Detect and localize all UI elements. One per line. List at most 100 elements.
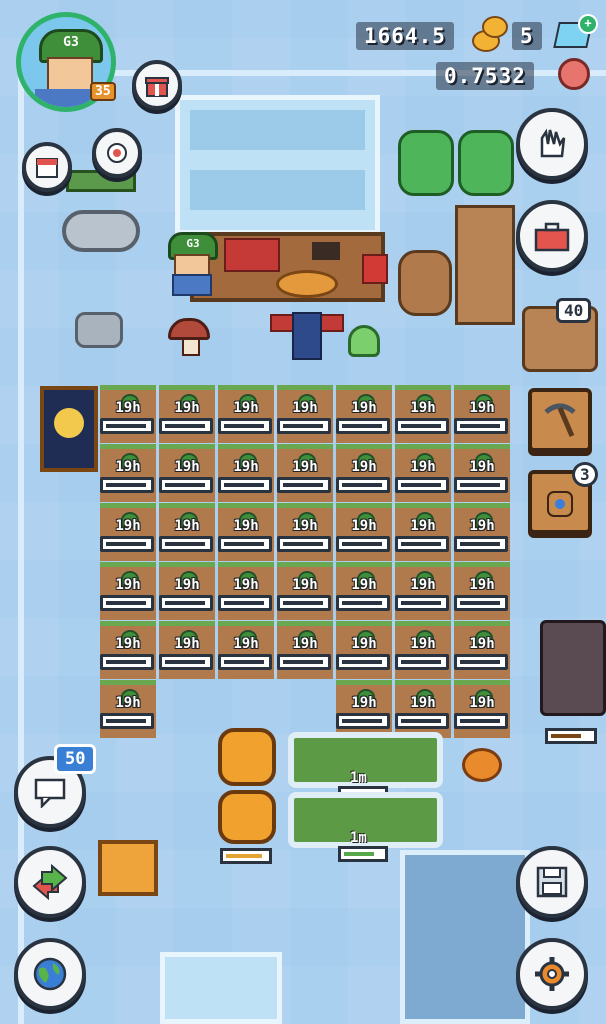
gift-button[interactable] [132,60,182,110]
beehive-progress-bar [220,848,272,864]
crop-plot[interactable]: 19h [336,444,392,502]
crop-plot[interactable]: 19h [100,503,156,561]
crop-plot[interactable]: 19h [218,562,274,620]
crop-plot[interactable]: 19h [100,444,156,502]
plot-timer: 19h [351,459,377,475]
toolbox-button[interactable] [516,200,588,272]
plot-timer: 19h [115,459,141,475]
plot-timer: 19h [410,518,436,534]
crop-plot[interactable]: 19h [395,621,451,679]
settings-button[interactable] [516,938,588,1010]
plot-timer: 19h [115,400,141,416]
farmer-character[interactable]: G3 [162,232,218,296]
crop-plot[interactable]: 19h [277,562,333,620]
crop-plot[interactable]: 19h [395,444,451,502]
crop-plot[interactable]: 19h [395,680,451,738]
glove-button[interactable] [516,108,588,180]
crop-plot[interactable]: 19h [218,444,274,502]
plot-progress-bar [100,595,154,611]
mushroom[interactable] [168,318,210,356]
plot-timer: 19h [469,400,495,416]
chat-unread-count: 50 [54,744,97,774]
plot-timer: 19h [469,518,495,534]
green-bear-statue[interactable] [398,130,454,196]
plot-timer: 19h [233,577,259,593]
crop-plot[interactable]: 19h [100,621,156,679]
swap-button[interactable] [14,846,86,918]
crop-plot[interactable]: 19h [100,562,156,620]
crop-plot[interactable]: 19h [218,385,274,443]
plot-progress-bar [395,477,449,493]
camera-button[interactable] [92,128,142,178]
crop-plot[interactable]: 19h [218,621,274,679]
camera-icon [107,143,127,163]
green-bear-statue[interactable] [458,130,514,196]
water-well[interactable] [62,170,140,252]
crop-plot[interactable]: 19h [454,562,510,620]
greenhouse[interactable] [175,95,380,235]
teddy-bear[interactable] [398,250,452,316]
plot-progress-bar [100,713,154,729]
stone-stump[interactable] [75,312,123,348]
winged-sprout-pet[interactable] [348,325,380,357]
crop-plot[interactable]: 19h [100,680,156,738]
plot-progress-bar [454,418,508,434]
plot-progress-bar [159,654,213,670]
crop-plot[interactable]: 19h [277,385,333,443]
crop-plot[interactable]: 19h [277,444,333,502]
wooden-shelf[interactable] [455,205,515,325]
crop-plot[interactable]: 19h [159,621,215,679]
moon-banner[interactable] [40,372,98,484]
crop-plot[interactable]: 19h [395,562,451,620]
crop-plot[interactable]: 19h [336,503,392,561]
player-level-badge: 35 [90,82,116,101]
crop-plot[interactable]: 19h [454,503,510,561]
calendar-button[interactable] [22,142,72,192]
crop-plot[interactable]: 19h [395,385,451,443]
crop-plot[interactable]: 19h [454,444,510,502]
plot-timer: 19h [233,459,259,475]
plot-progress-bar [395,536,449,552]
crop-plot[interactable]: 19h [454,385,510,443]
crop-plot[interactable]: 19h [277,503,333,561]
glove-icon [540,128,566,158]
plot-progress-bar [100,536,154,552]
anvil-furnace[interactable] [540,620,606,716]
crop-plot[interactable]: 19h [159,562,215,620]
crop-plot[interactable]: 19h [336,621,392,679]
crop-plot[interactable]: 19h [159,503,215,561]
pickaxe-button[interactable] [528,388,592,452]
greenhouse-bottom[interactable] [160,952,282,1024]
scarecrow[interactable] [270,270,344,365]
beehive[interactable] [218,728,276,786]
hay-bale[interactable] [98,840,158,896]
world-button[interactable] [14,938,86,1010]
crop-plot[interactable]: 19h [336,680,392,738]
plot-progress-bar [454,477,508,493]
beehive[interactable] [218,790,276,844]
plot-timer: 19h [292,518,318,534]
storage-house[interactable] [400,850,530,1024]
mailbox[interactable] [362,254,388,284]
crop-plot[interactable]: 19h [159,385,215,443]
coin-stack-icon [472,14,508,52]
crop-plot[interactable]: 19h [395,503,451,561]
plot-timer: 19h [469,636,495,652]
crop-plot[interactable]: 19h [336,385,392,443]
plot-progress-bar [336,477,390,493]
gem-icon[interactable]: + [553,14,598,48]
crop-plot[interactable]: 19h [454,680,510,738]
orange-pumpkin[interactable] [462,748,502,782]
crop-plot[interactable]: 19h [100,385,156,443]
crop-plot[interactable]: 19h [277,621,333,679]
plot-timer: 19h [410,400,436,416]
save-button[interactable] [516,846,588,918]
crop-plot[interactable]: 19h [218,503,274,561]
plot-timer: 19h [469,459,495,475]
crop-plot[interactable]: 19h [454,621,510,679]
chat-icon [34,778,66,808]
plot-progress-bar [159,418,213,434]
plot-timer: 19h [233,518,259,534]
crop-plot[interactable]: 19h [159,444,215,502]
crop-plot[interactable]: 19h [336,562,392,620]
